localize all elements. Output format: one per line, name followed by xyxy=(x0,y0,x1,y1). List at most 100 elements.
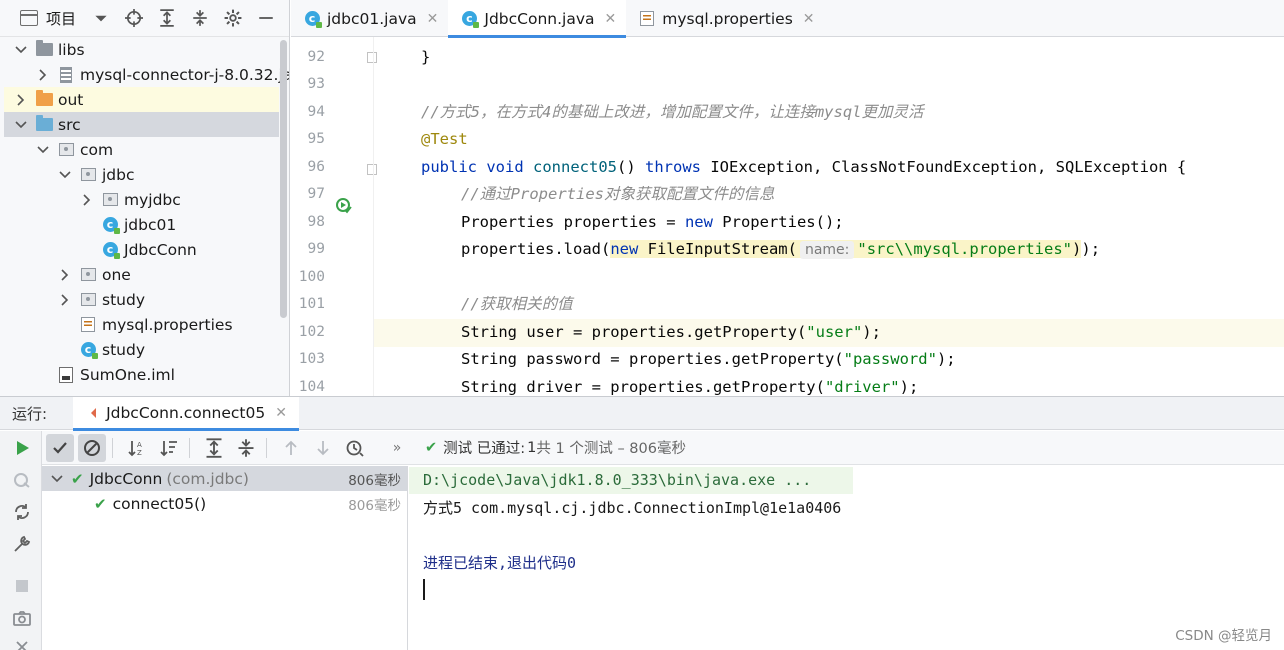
tree-item[interactable]: out xyxy=(4,87,279,112)
project-view-icon xyxy=(20,10,38,26)
tree-item[interactable]: study xyxy=(4,287,279,312)
run-label: 运行: xyxy=(12,404,48,423)
close-icon[interactable]: ✕ xyxy=(605,11,617,27)
status-count: 1 xyxy=(527,439,537,456)
output-folder-icon xyxy=(35,90,53,108)
java-class-icon: c xyxy=(101,217,120,234)
chevron-right-icon[interactable] xyxy=(36,68,50,82)
toolbar-separator xyxy=(266,437,267,458)
code-line-99: properties.load(new FileInputStream(name… xyxy=(461,240,1101,259)
gear-icon[interactable] xyxy=(222,7,244,29)
run-tool-header: 运行: JdbcConn.connect05 ✕ xyxy=(0,396,1284,431)
package-icon xyxy=(57,142,75,158)
tree-item[interactable]: src xyxy=(4,112,279,137)
test-suite-row[interactable]: ✔ JdbcConn (com.jdbc) 806毫秒 xyxy=(42,466,407,491)
folder-icon xyxy=(35,40,53,58)
expand-all-icon[interactable] xyxy=(200,434,228,462)
tree-item[interactable]: one xyxy=(4,262,279,287)
java-class-icon: c xyxy=(460,11,479,28)
close-icon[interactable]: ✕ xyxy=(803,11,815,27)
java-class-icon: c xyxy=(101,242,120,259)
project-title[interactable]: 项目 xyxy=(46,8,76,29)
camera-icon[interactable] xyxy=(11,607,33,629)
line-number: 99 xyxy=(307,241,325,257)
tree-item[interactable]: libs xyxy=(4,37,279,62)
rerun-icon[interactable] xyxy=(11,437,33,459)
tree-item[interactable]: c JdbcConn xyxy=(4,237,279,262)
svg-text:A: A xyxy=(137,441,142,449)
tab-mysql-properties[interactable]: mysql.properties ✕ xyxy=(626,0,824,37)
watermark: CSDN @轻览月 xyxy=(1175,628,1272,644)
test-case-row[interactable]: ✔ connect05() 806毫秒 xyxy=(42,491,407,516)
chevron-down-icon[interactable] xyxy=(36,143,50,157)
more-actions-icon[interactable]: » xyxy=(383,434,411,462)
chevron-down-icon[interactable] xyxy=(14,118,28,132)
console-command-line[interactable]: D:\jcode\Java\jdk1.8.0_333\bin\java.exe … xyxy=(409,467,853,494)
tree-item[interactable]: jdbc xyxy=(4,162,279,187)
close-icon[interactable] xyxy=(11,636,33,650)
test-runner-toolbar: AZ » ✔ 测试 已通过: 1 共 1 个测试 – 806毫秒 xyxy=(42,431,1284,465)
test-results-tree: ✔ JdbcConn (com.jdbc) 806毫秒 ✔ connect05(… xyxy=(42,466,408,650)
tree-item[interactable]: myjdbc xyxy=(4,187,279,212)
collapse-all-icon[interactable] xyxy=(189,7,211,29)
junit-icon xyxy=(85,407,97,419)
show-passed-icon[interactable] xyxy=(46,433,74,462)
project-panel: 项目 libs mysql-connector-j-8.0.32.jar out sr… xyxy=(0,0,290,396)
show-ignored-icon[interactable] xyxy=(78,433,106,462)
chevron-down-icon[interactable] xyxy=(50,472,64,486)
properties-file-icon xyxy=(79,317,97,333)
parameter-hint: name: xyxy=(799,241,855,259)
tree-item-label: JdbcConn xyxy=(124,240,197,259)
run-test-icon[interactable] xyxy=(335,197,353,215)
package-icon xyxy=(101,192,119,208)
code-line-92: } xyxy=(421,48,431,66)
line-number: 102 xyxy=(298,324,325,340)
wrench-icon[interactable] xyxy=(11,533,33,555)
minimize-icon[interactable] xyxy=(255,7,277,29)
line-number: 92 xyxy=(307,49,325,65)
chevron-right-icon[interactable] xyxy=(58,268,72,282)
tree-item-label: com xyxy=(80,140,114,159)
line-number: 98 xyxy=(307,214,325,230)
tree-item[interactable]: c jdbc01 xyxy=(4,212,279,237)
tab-jdbc01[interactable]: c jdbc01.java ✕ xyxy=(291,0,448,37)
tree-item[interactable]: mysql.properties xyxy=(4,312,279,337)
tree-item[interactable]: SumOne.iml xyxy=(4,362,279,387)
console-output-line: 方式5 com.mysql.cj.jdbc.ConnectionImpl@1e1… xyxy=(423,499,842,517)
line-number: 101 xyxy=(298,296,325,312)
locate-icon[interactable] xyxy=(123,7,145,29)
console-output[interactable]: D:\jcode\Java\jdk1.8.0_333\bin\java.exe … xyxy=(409,466,1284,650)
run-config-label: JdbcConn.connect05 xyxy=(106,404,266,422)
chevron-down-icon[interactable] xyxy=(14,43,28,57)
svg-text:Z: Z xyxy=(137,449,142,457)
chevron-down-icon[interactable] xyxy=(58,168,72,182)
jar-icon xyxy=(57,66,75,83)
code-line-104: String driver = properties.getProperty("… xyxy=(461,378,919,396)
collapse-all-icon[interactable] xyxy=(232,434,260,462)
tree-item[interactable]: c study xyxy=(4,337,279,362)
chevron-right-icon[interactable] xyxy=(14,93,28,107)
tree-item[interactable]: mysql-connector-j-8.0.32.jar xyxy=(4,62,289,87)
run-config-tab[interactable]: JdbcConn.connect05 ✕ xyxy=(73,396,299,431)
check-icon: ✔ xyxy=(94,494,107,513)
test-history-icon[interactable] xyxy=(341,434,369,462)
expand-all-icon[interactable] xyxy=(156,7,178,29)
chevron-down-icon[interactable] xyxy=(90,7,112,29)
sort-by-duration-icon[interactable] xyxy=(155,434,183,462)
tab-jdbcconn[interactable]: c JdbcConn.java ✕ xyxy=(448,0,627,38)
project-scrollbar[interactable] xyxy=(280,40,287,318)
tree-item[interactable]: com xyxy=(4,137,279,162)
project-header: 项目 xyxy=(0,0,289,37)
toggle-auto-test-icon[interactable] xyxy=(11,501,33,523)
tree-item-label: study xyxy=(102,340,145,359)
code-line-98: Properties properties = new Properties()… xyxy=(461,213,844,231)
sort-alphabetically-icon[interactable]: AZ xyxy=(123,434,151,462)
close-icon[interactable]: ✕ xyxy=(275,405,287,421)
chevron-right-icon[interactable] xyxy=(80,193,94,207)
test-suite-name: JdbcConn xyxy=(89,469,163,488)
code-editor[interactable]: } //方式5，在方式4的基础上改进，增加配置文件，让连接mysql更加灵活 @… xyxy=(373,37,1284,396)
tab-label: JdbcConn.java xyxy=(484,9,595,28)
chevron-right-icon[interactable] xyxy=(58,293,72,307)
code-line-101: //获取相关的值 xyxy=(461,295,573,313)
close-icon[interactable]: ✕ xyxy=(427,11,439,27)
